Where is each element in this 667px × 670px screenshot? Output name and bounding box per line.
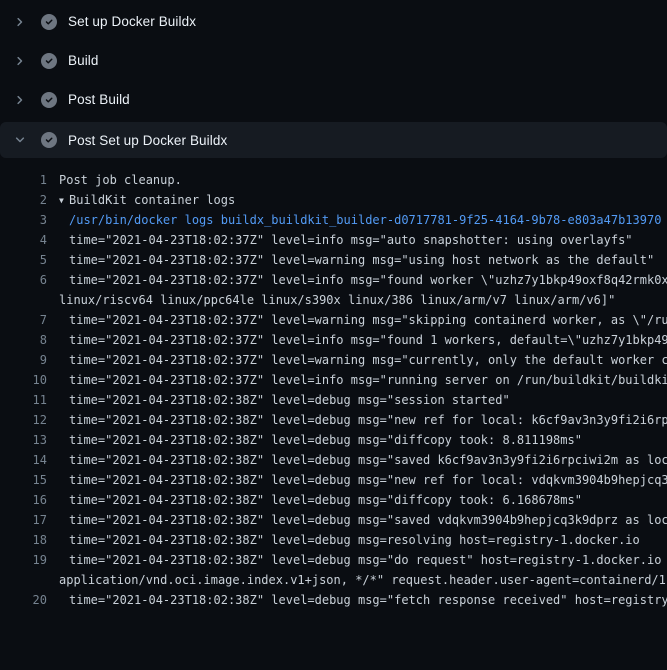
- log-row: 19 time="2021-04-23T18:02:38Z" level=deb…: [0, 550, 667, 570]
- log-line-number[interactable]: 1: [0, 170, 47, 190]
- step-label: Set up Docker Buildx: [68, 14, 196, 29]
- log-line-text: time="2021-04-23T18:02:37Z" level=info m…: [69, 230, 633, 250]
- log-line-text: application/vnd.oci.image.index.v1+json,…: [59, 570, 667, 590]
- log-line-number[interactable]: 9: [0, 350, 47, 370]
- log-row: 2 ▼BuildKit container logs: [0, 190, 667, 210]
- log-line-text: time="2021-04-23T18:02:37Z" level=info m…: [69, 370, 667, 390]
- log-line-number[interactable]: 6: [0, 270, 47, 290]
- log-line-text: time="2021-04-23T18:02:38Z" level=debug …: [69, 590, 667, 610]
- step-row-build[interactable]: Build: [0, 41, 667, 80]
- log-line-text: Post job cleanup.: [59, 170, 182, 190]
- triangle-down-icon: ▼: [59, 191, 69, 211]
- log-line-text: time="2021-04-23T18:02:37Z" level=info m…: [69, 270, 667, 290]
- log-line-number[interactable]: 20: [0, 590, 47, 610]
- log-line-number[interactable]: 5: [0, 250, 47, 270]
- log-line-text: time="2021-04-23T18:02:37Z" level=warnin…: [69, 310, 667, 330]
- log-row: 11 time="2021-04-23T18:02:38Z" level=deb…: [0, 390, 667, 410]
- log-line-text: time="2021-04-23T18:02:38Z" level=debug …: [69, 550, 667, 570]
- log-line-text: time="2021-04-23T18:02:37Z" level=warnin…: [69, 350, 667, 370]
- check-circle-icon: [41, 53, 57, 69]
- log-line-text: time="2021-04-23T18:02:38Z" level=debug …: [69, 530, 640, 550]
- log-line-number[interactable]: 4: [0, 230, 47, 250]
- log-line-number[interactable]: 19: [0, 550, 47, 570]
- log-line-text: time="2021-04-23T18:02:38Z" level=debug …: [69, 470, 667, 490]
- log-line-number[interactable]: 8: [0, 330, 47, 350]
- log-row: 8 time="2021-04-23T18:02:37Z" level=info…: [0, 330, 667, 350]
- log-line-number[interactable]: 12: [0, 410, 47, 430]
- log-line-number[interactable]: 3: [0, 210, 47, 230]
- log-row: 17 time="2021-04-23T18:02:38Z" level=deb…: [0, 510, 667, 530]
- log-line-number[interactable]: 13: [0, 430, 47, 450]
- log-row: 10 time="2021-04-23T18:02:37Z" level=inf…: [0, 370, 667, 390]
- step-label: Post Set up Docker Buildx: [68, 133, 227, 148]
- log-line-number[interactable]: 2: [0, 190, 47, 210]
- log-line-text: time="2021-04-23T18:02:37Z" level=warnin…: [69, 250, 654, 270]
- log-line-text: time="2021-04-23T18:02:38Z" level=debug …: [69, 390, 510, 410]
- log-line-text: time="2021-04-23T18:02:38Z" level=debug …: [69, 510, 667, 530]
- log-line-text: linux/riscv64 linux/ppc64le linux/s390x …: [59, 290, 615, 310]
- log-line-number[interactable]: 10: [0, 370, 47, 390]
- chevron-down-icon: [14, 134, 26, 146]
- log-line-text: time="2021-04-23T18:02:38Z" level=debug …: [69, 410, 667, 430]
- log-line-number[interactable]: 7: [0, 310, 47, 330]
- step-row-post-set-up-docker-buildx[interactable]: Post Set up Docker Buildx: [0, 122, 667, 158]
- log-line-number[interactable]: 15: [0, 470, 47, 490]
- step-row-set-up-docker-buildx[interactable]: Set up Docker Buildx: [0, 2, 667, 41]
- log-line-text: time="2021-04-23T18:02:38Z" level=debug …: [69, 430, 582, 450]
- log-line-text: /usr/bin/docker logs buildx_buildkit_bui…: [69, 210, 661, 230]
- log-line-text: time="2021-04-23T18:02:37Z" level=info m…: [69, 330, 667, 350]
- log-line-text: time="2021-04-23T18:02:38Z" level=debug …: [69, 490, 582, 510]
- chevron-right-icon: [14, 94, 26, 106]
- log-line-text: time="2021-04-23T18:02:38Z" level=debug …: [69, 450, 667, 470]
- log-line-number[interactable]: 17: [0, 510, 47, 530]
- chevron-right-icon: [14, 16, 26, 28]
- log-row: application/vnd.oci.image.index.v1+json,…: [0, 570, 667, 590]
- log-row: 5 time="2021-04-23T18:02:37Z" level=warn…: [0, 250, 667, 270]
- step-label: Build: [68, 53, 99, 68]
- log-row: 15 time="2021-04-23T18:02:38Z" level=deb…: [0, 470, 667, 490]
- log-row: 9 time="2021-04-23T18:02:37Z" level=warn…: [0, 350, 667, 370]
- log-row: linux/riscv64 linux/ppc64le linux/s390x …: [0, 290, 667, 310]
- log-row: 20 time="2021-04-23T18:02:38Z" level=deb…: [0, 590, 667, 610]
- steps-list: Set up Docker Buildx Build Post Build: [0, 0, 667, 158]
- chevron-right-icon: [14, 55, 26, 67]
- log-line-number[interactable]: 18: [0, 530, 47, 550]
- log-line-number[interactable]: 16: [0, 490, 47, 510]
- step-label: Post Build: [68, 92, 130, 107]
- log-line-number[interactable]: 14: [0, 450, 47, 470]
- log-row: 4 time="2021-04-23T18:02:37Z" level=info…: [0, 230, 667, 250]
- log-row: 12 time="2021-04-23T18:02:38Z" level=deb…: [0, 410, 667, 430]
- log-line-number[interactable]: 11: [0, 390, 47, 410]
- check-circle-icon: [41, 14, 57, 30]
- log-group-toggle[interactable]: ▼BuildKit container logs: [59, 190, 235, 212]
- check-circle-icon: [41, 92, 57, 108]
- log-row: 7 time="2021-04-23T18:02:37Z" level=warn…: [0, 310, 667, 330]
- log-container: 1 Post job cleanup. 2 ▼BuildKit containe…: [0, 158, 667, 610]
- log-row: 3 /usr/bin/docker logs buildx_buildkit_b…: [0, 210, 667, 230]
- check-circle-icon: [41, 132, 57, 148]
- log-row: 14 time="2021-04-23T18:02:38Z" level=deb…: [0, 450, 667, 470]
- log-row: 6 time="2021-04-23T18:02:37Z" level=info…: [0, 270, 667, 290]
- log-row: 18 time="2021-04-23T18:02:38Z" level=deb…: [0, 530, 667, 550]
- log-row: 16 time="2021-04-23T18:02:38Z" level=deb…: [0, 490, 667, 510]
- log-row: 13 time="2021-04-23T18:02:38Z" level=deb…: [0, 430, 667, 450]
- log-row: 1 Post job cleanup.: [0, 170, 667, 190]
- step-row-post-build[interactable]: Post Build: [0, 80, 667, 119]
